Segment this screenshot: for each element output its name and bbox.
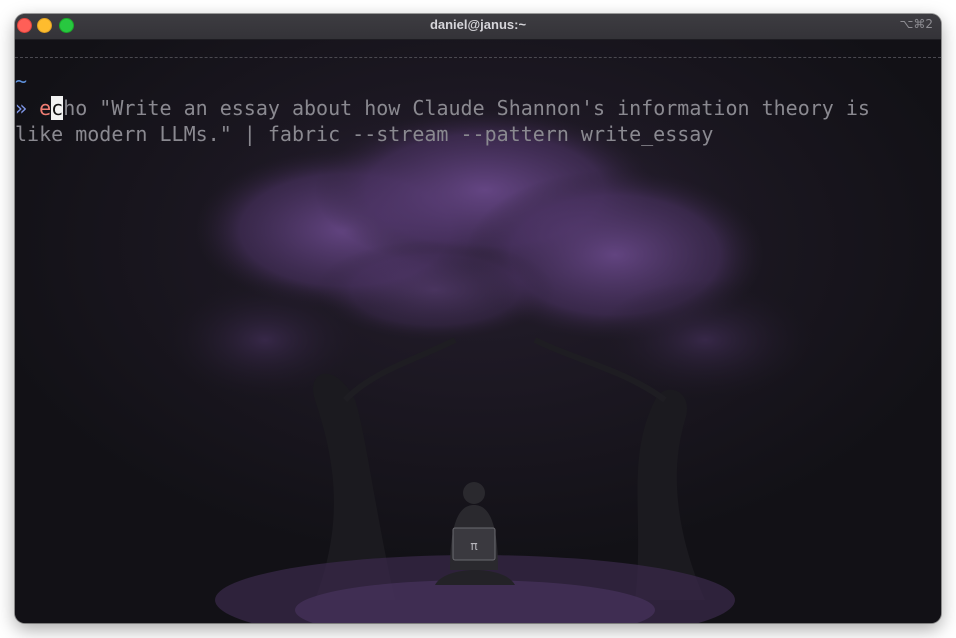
command-text-line-2: like modern LLMs." | fabric --stream --p…	[15, 122, 714, 146]
title-bar[interactable]: daniel@janus:~ ⌥⌘2	[15, 14, 941, 40]
command-line-1[interactable]: » echo "Write an essay about how Claude …	[15, 95, 870, 121]
command-text-line-1: ho "Write an essay about how Claude Shan…	[63, 96, 870, 120]
terminal-content[interactable]: π ~ » echo "Write an essay about how Cla…	[15, 40, 941, 623]
window-shortcut-label: ⌥⌘2	[899, 17, 933, 31]
terminal-window: daniel@janus:~ ⌥⌘2 π ~ » echo "Write an …	[15, 14, 941, 623]
prompt-divider	[15, 57, 941, 58]
text-cursor: c	[51, 96, 64, 120]
laptop-logo: π	[470, 539, 477, 553]
cwd-marker: ~	[15, 69, 28, 93]
window-title: daniel@janus:~	[429, 17, 527, 32]
command-first-char: e	[39, 96, 52, 120]
prompt-symbol: »	[15, 96, 28, 120]
